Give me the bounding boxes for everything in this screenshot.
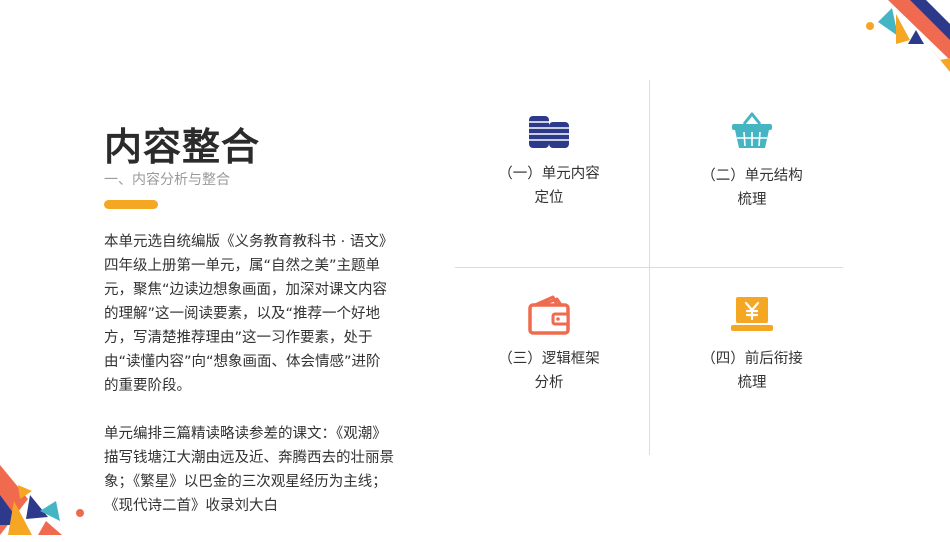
- coin-stack-icon: [529, 116, 569, 148]
- grid-item-label-line1: （三）逻辑框架: [498, 351, 600, 367]
- grid-item-label-line2: 分析: [534, 375, 564, 391]
- corner-decoration-top-right: [866, 0, 950, 72]
- accent-bar: [104, 200, 158, 209]
- grid-item-label-line2: 梳理: [737, 192, 767, 208]
- body-paragraph: 本单元选自统编版《义务教育教科书 · 语文》四年级上册第一单元，属“自然之美”主…: [104, 234, 394, 394]
- grid-item-label: （一）单元内容 定位: [469, 162, 629, 210]
- corner-decoration-bottom-left: [0, 465, 84, 535]
- grid-item-connection: （四）前后衔接 梳理: [672, 295, 832, 395]
- grid-item-label-line1: （四）前后衔接: [701, 351, 803, 367]
- body-paragraph: 单元编排三篇精读略读参差的课文：《观潮》描写钱塘江大潮由远及近、奔腾西去的壮丽景…: [104, 426, 394, 514]
- grid-item-label-line1: （一）单元内容: [498, 166, 600, 182]
- grid-item-logic-framework: （三）逻辑框架 分析: [469, 295, 629, 395]
- body-text: 本单元选自统编版《义务教育教科书 · 语文》四年级上册第一单元，属“自然之美”主…: [104, 230, 394, 542]
- grid-item-label: （三）逻辑框架 分析: [469, 347, 629, 395]
- basket-icon: [732, 112, 772, 148]
- grid-item-label: （二）单元结构 梳理: [672, 164, 832, 212]
- grid-item-label-line2: 定位: [534, 190, 564, 206]
- page-subtitle: 一、内容分析与整合: [104, 172, 230, 188]
- grid-item-label-line2: 梳理: [737, 375, 767, 391]
- grid-item-label-line1: （二）单元结构: [701, 168, 803, 184]
- grid-item-unit-positioning: （一）单元内容 定位: [469, 110, 629, 210]
- grid-item-label: （四）前后衔接 梳理: [672, 347, 832, 395]
- wallet-icon: [528, 295, 570, 335]
- page-title: 内容整合: [104, 125, 261, 169]
- grid-item-unit-structure: （二）单元结构 梳理: [672, 110, 832, 212]
- grid-horizontal-divider: [455, 267, 843, 268]
- yen-screen-icon: [731, 297, 773, 331]
